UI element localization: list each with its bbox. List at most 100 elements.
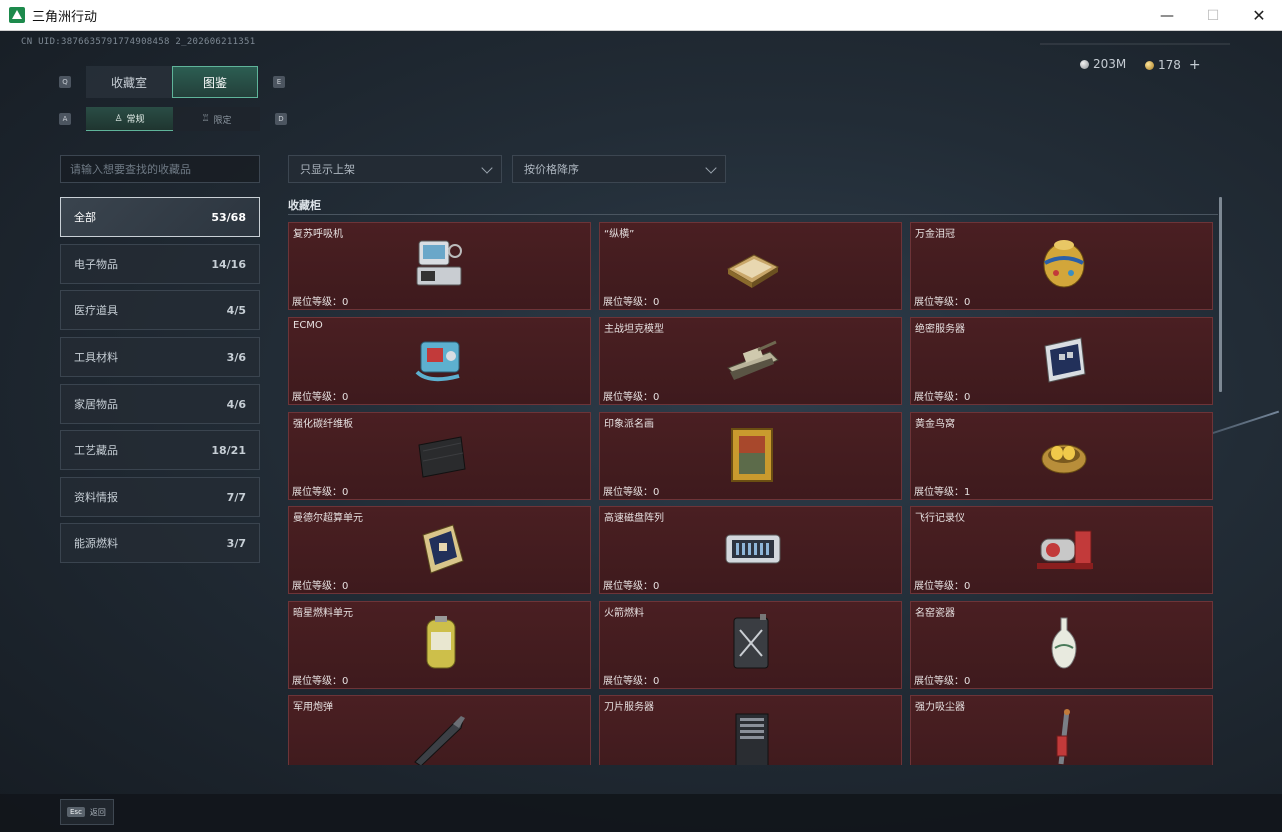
category-count: 3/6 <box>226 350 246 364</box>
collection-card[interactable]: “纵横” 展位等级：0 <box>599 222 902 310</box>
card-item-name: 飞行记录仪 <box>915 513 965 524</box>
collection-card[interactable]: ECMO 展位等级：0 <box>288 317 591 405</box>
card-item-name: 绝密服务器 <box>915 324 965 335</box>
collection-card[interactable]: 曼德尔超算单元 展位等级：0 <box>288 506 591 594</box>
card-booth-level: 展位等级：0 <box>603 392 660 403</box>
card-item-name: 名窑瓷器 <box>915 608 955 619</box>
gold-currency: 178 + <box>1145 57 1201 73</box>
chessboard-icon <box>718 231 788 297</box>
card-booth-level: 展位等级：0 <box>292 392 349 403</box>
card-item-name: 万金泪冠 <box>915 229 955 240</box>
card-booth-level: 展位等级：0 <box>292 676 349 687</box>
game-view: CN UID:3876635791774908458 2_20260621135… <box>0 31 1282 832</box>
tab-limited[interactable]: ♖ 限定 <box>173 107 260 131</box>
card-booth-level: 展位等级：0 <box>603 297 660 308</box>
key-hint-d: D <box>275 113 287 125</box>
back-button[interactable]: Esc 返回 <box>60 799 114 825</box>
collection-card[interactable]: 火箭燃料 展位等级：0 <box>599 601 902 689</box>
shelf-filter-dropdown[interactable]: 只显示上架 <box>288 155 502 183</box>
collection-card[interactable]: 强化碳纤维板 展位等级：0 <box>288 412 591 500</box>
card-item-name: “纵横” <box>604 229 635 240</box>
tab-collection-room[interactable]: 收藏室 <box>86 66 172 98</box>
top-divider <box>1040 43 1230 45</box>
category-item[interactable]: 医疗道具 4/5 <box>60 290 260 330</box>
bottom-bar <box>0 794 1282 832</box>
category-count: 14/16 <box>211 257 246 271</box>
carbon-plate-icon <box>407 421 477 487</box>
card-booth-level: 展位等级：0 <box>603 676 660 687</box>
sort-dropdown[interactable]: 按价格降序 <box>512 155 726 183</box>
card-item-name: 曼德尔超算单元 <box>293 513 363 524</box>
collection-card[interactable]: 印象派名画展位等级：0 <box>599 412 902 500</box>
category-label: 工艺藏品 <box>74 444 118 457</box>
tab-limited-label: 限定 <box>213 115 232 126</box>
tab-catalog[interactable]: 图鉴 <box>172 66 258 98</box>
collection-grid: 复苏呼吸机 展位等级：0 “纵横” 展位等级：0 万金泪冠 展位等级：0 ECMO 展位等级：… <box>288 222 1213 765</box>
collection-search-input[interactable] <box>60 155 260 183</box>
section-divider <box>288 214 1218 215</box>
card-booth-level: 展位等级：0 <box>603 487 660 498</box>
card-booth-level: 展位等级：0 <box>914 297 971 308</box>
jeweled-egg-icon <box>1029 231 1099 297</box>
card-item-name: 高速磁盘阵列 <box>604 513 664 524</box>
collection-card[interactable]: 复苏呼吸机 展位等级：0 <box>288 222 591 310</box>
minimize-button[interactable]: — <box>1144 0 1190 31</box>
collection-card[interactable]: 刀片服务器 <box>599 695 902 765</box>
maximize-button[interactable]: ☐ <box>1190 0 1236 31</box>
app-logo-icon <box>9 7 25 23</box>
gold-amount: 178 <box>1158 58 1181 72</box>
tab-regular[interactable]: ♙ 常规 <box>86 107 173 131</box>
collection-card[interactable]: 高速磁盘阵列 展位等级：0 <box>599 506 902 594</box>
category-item[interactable]: 资料情报 7/7 <box>60 477 260 517</box>
category-item[interactable]: 全部 53/68 <box>60 197 260 237</box>
collection-card[interactable]: 名窑瓷器展位等级：0 <box>910 601 1213 689</box>
category-label: 工具材料 <box>74 351 118 364</box>
close-button[interactable]: ✕ <box>1236 0 1282 31</box>
player-uid: CN UID:3876635791774908458 2_20260621135… <box>21 37 256 47</box>
server-board-icon <box>1029 326 1099 392</box>
key-hint-a: A <box>59 113 71 125</box>
collection-card[interactable]: 主战坦克模型 展位等级：0 <box>599 317 902 405</box>
category-item[interactable]: 能源燃料 3/7 <box>60 523 260 563</box>
card-booth-level: 展位等级：0 <box>914 676 971 687</box>
silver-amount: 203M <box>1093 57 1127 71</box>
fuel-can-icon <box>718 610 788 676</box>
card-booth-level: 展位等级：1 <box>914 487 971 498</box>
limited-icon: ♖ <box>201 114 210 124</box>
category-item[interactable]: 工艺藏品 18/21 <box>60 430 260 470</box>
category-label: 资料情报 <box>74 491 118 504</box>
sort-value: 按价格降序 <box>524 163 579 176</box>
collection-card[interactable]: 军用炮弹 <box>288 695 591 765</box>
regular-icon: ♙ <box>114 113 123 124</box>
collection-card[interactable]: 万金泪冠展位等级：0 <box>910 222 1213 310</box>
card-item-name: 强力吸尘器 <box>915 702 965 713</box>
card-item-name: 暗星燃料单元 <box>293 608 353 619</box>
chevron-down-icon <box>481 162 493 174</box>
category-count: 4/6 <box>226 397 246 411</box>
card-item-name: 印象派名画 <box>604 419 654 430</box>
window-titlebar: 三角洲行动 — ☐ ✕ <box>0 0 1282 31</box>
card-booth-level: 展位等级：0 <box>292 581 349 592</box>
category-item[interactable]: 电子物品 14/16 <box>60 244 260 284</box>
card-booth-level: 展位等级：0 <box>914 581 971 592</box>
collection-card[interactable]: 强力吸尘器 <box>910 695 1213 765</box>
category-count: 4/5 <box>226 303 246 317</box>
grid-scrollbar[interactable] <box>1219 197 1222 392</box>
card-item-name: ECMO <box>293 320 323 331</box>
category-item[interactable]: 工具材料 3/6 <box>60 337 260 377</box>
category-label: 能源燃料 <box>74 537 118 550</box>
golden-nest-icon <box>1029 421 1099 487</box>
flight-recorder-icon <box>1029 515 1099 581</box>
category-count: 18/21 <box>211 443 246 457</box>
category-label: 医疗道具 <box>74 304 118 317</box>
ecmo-icon <box>407 326 477 392</box>
collection-card[interactable]: 飞行记录仪展位等级：0 <box>910 506 1213 594</box>
vacuum-icon <box>1029 704 1099 765</box>
category-item[interactable]: 家居物品 4/6 <box>60 384 260 424</box>
collection-card[interactable]: 暗星燃料单元 展位等级：0 <box>288 601 591 689</box>
porcelain-vase-icon <box>1029 610 1099 676</box>
card-item-name: 主战坦克模型 <box>604 324 664 335</box>
add-currency-button[interactable]: + <box>1189 57 1201 73</box>
collection-card[interactable]: 黄金鸟窝 展位等级：1 <box>910 412 1213 500</box>
collection-card[interactable]: 绝密服务器 展位等级：0 <box>910 317 1213 405</box>
